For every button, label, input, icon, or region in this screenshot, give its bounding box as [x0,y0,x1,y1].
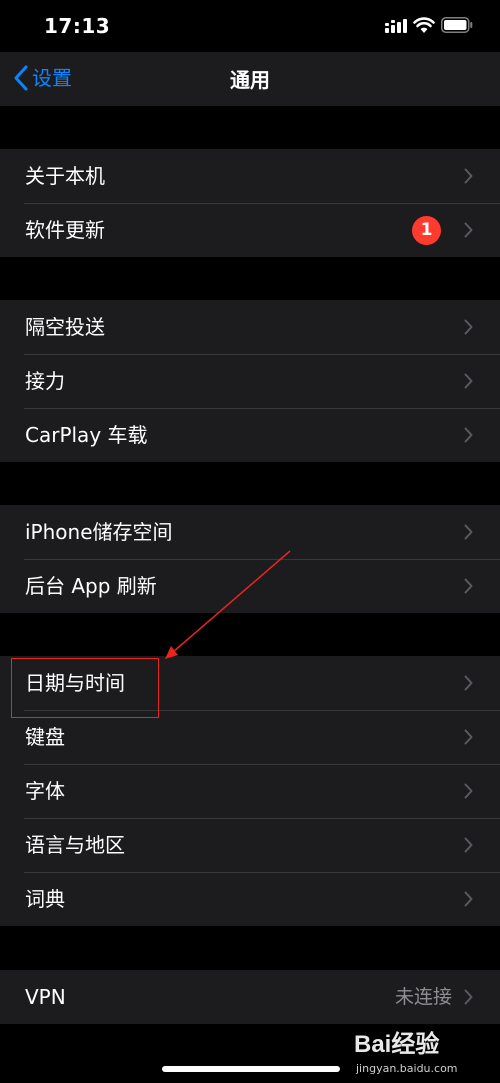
row-airdrop[interactable]: 隔空投送 [0,300,500,354]
row-label: 关于本机 [25,164,105,188]
notification-badge: 1 [412,216,441,245]
page-title: 通用 [230,68,270,92]
row-label: iPhone储存空间 [25,520,173,544]
back-button[interactable]: 设置 [14,64,72,92]
settings-group-storage: iPhone储存空间 后台 App 刷新 [0,505,500,613]
vpn-status-value: 未连接 [394,986,452,1008]
row-date-time[interactable]: 日期与时间 [0,656,500,710]
battery-icon [441,17,473,33]
row-label: 后台 App 刷新 [25,574,157,598]
chevron-right-icon [464,578,473,594]
row-label: 接力 [25,369,65,393]
chevron-right-icon [464,837,473,853]
status-time: 17:13 [44,14,111,38]
row-label: 日期与时间 [25,671,125,695]
row-label: 语言与地区 [25,833,125,857]
row-label: 字体 [25,779,65,803]
row-label: VPN [25,985,66,1009]
row-label: 软件更新 [25,218,105,242]
row-keyboard[interactable]: 键盘 [0,710,500,764]
cellular-signal-icon [385,19,407,33]
watermark-logo-text: Bai经验 [354,1030,439,1058]
chevron-right-icon [464,168,473,184]
row-software-update[interactable]: 软件更新 1 [0,203,500,257]
chevron-right-icon [464,891,473,907]
wifi-icon [413,17,435,33]
baidu-jingyan-watermark: Bai经验 jingyan.baidu.com [354,1026,474,1075]
row-label: 词典 [25,887,65,911]
settings-group-continuity: 隔空投送 接力 CarPlay 车载 [0,300,500,462]
settings-group-about: 关于本机 软件更新 1 [0,149,500,257]
chevron-right-icon [464,783,473,799]
chevron-right-icon [464,222,473,238]
status-bar: 17:13 [0,0,500,52]
row-label: CarPlay 车载 [25,423,148,447]
row-vpn[interactable]: VPN 未连接 [0,970,500,1024]
navigation-bar: 通用 设置 [0,52,500,106]
chevron-right-icon [464,524,473,540]
chevron-right-icon [464,729,473,745]
settings-group-locale: 日期与时间 键盘 字体 语言与地区 词典 [0,656,500,926]
chevron-left-icon [14,65,28,91]
chevron-right-icon [464,675,473,691]
row-language-region[interactable]: 语言与地区 [0,818,500,872]
home-indicator[interactable] [162,1066,340,1072]
row-label: 键盘 [25,725,65,749]
chevron-right-icon [464,319,473,335]
chevron-right-icon [464,989,473,1005]
chevron-right-icon [464,427,473,443]
baidu-logo-icon: Bai经验 [354,1030,439,1058]
row-background-app-refresh[interactable]: 后台 App 刷新 [0,559,500,613]
row-carplay[interactable]: CarPlay 车载 [0,408,500,462]
back-button-label: 设置 [32,66,72,90]
row-label: 隔空投送 [25,315,105,339]
row-handoff[interactable]: 接力 [0,354,500,408]
watermark-url: jingyan.baidu.com [356,1062,458,1075]
settings-group-vpn: VPN 未连接 [0,970,500,1024]
row-about[interactable]: 关于本机 [0,149,500,203]
chevron-right-icon [464,373,473,389]
row-fonts[interactable]: 字体 [0,764,500,818]
row-dictionary[interactable]: 词典 [0,872,500,926]
row-iphone-storage[interactable]: iPhone储存空间 [0,505,500,559]
